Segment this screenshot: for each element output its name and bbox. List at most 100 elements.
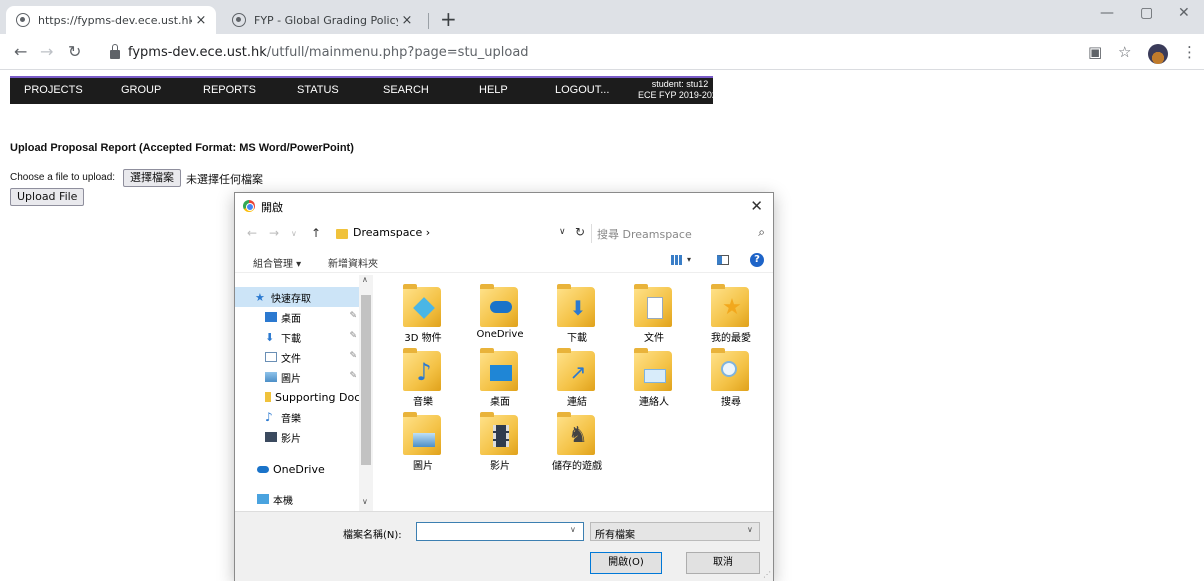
pin-icon[interactable]: ✎	[349, 331, 357, 341]
menu-kebab-icon[interactable]: ⋮	[1182, 43, 1197, 61]
nav-projects[interactable]: PROJECTS	[24, 84, 83, 96]
chevron-down-icon[interactable]: ∨	[747, 525, 753, 534]
desktop-icon	[265, 312, 277, 322]
nav-item-label: OneDrive	[273, 462, 325, 476]
pin-icon[interactable]: ✎	[349, 311, 357, 321]
dialog-title-bar: 開啟 ✕	[235, 193, 773, 219]
chrome-icon	[243, 200, 255, 212]
organize-button[interactable]: 組合管理 ▾	[253, 255, 301, 270]
cloud-icon	[257, 465, 269, 473]
translate-icon[interactable]: ▣	[1088, 43, 1102, 61]
tab-close-icon[interactable]: ×	[398, 13, 416, 28]
nav-item-documents[interactable]: 文件 ✎	[235, 347, 359, 367]
document-icon	[265, 352, 277, 362]
file-type-select[interactable]: 所有檔案	[590, 522, 760, 541]
refresh-icon[interactable]: ↻	[575, 225, 585, 239]
cancel-button[interactable]: 取消	[686, 552, 760, 574]
nav-help[interactable]: HELP	[479, 84, 508, 96]
tab-title: https://fypms-dev.ece.ust.hk/u	[38, 13, 192, 27]
dialog-close-button[interactable]: ✕	[750, 197, 763, 215]
tab-title: FYP - Global Grading Policy	[254, 13, 398, 27]
resize-grip-icon[interactable]: ⋰	[763, 570, 771, 579]
nav-item-label: Supporting Doc	[275, 390, 361, 404]
student-id: student: stu12	[651, 79, 709, 89]
forward-arrow-icon[interactable]: →	[40, 42, 53, 61]
tab-grading-policy[interactable]: FYP - Global Grading Policy ×	[222, 6, 422, 34]
nav-item-label: 影片	[281, 433, 301, 445]
nav-group[interactable]: GROUP	[121, 84, 161, 96]
folder-item-desktop[interactable]: 桌面	[467, 348, 533, 421]
nav-item-desktop[interactable]: 桌面 ✎	[235, 307, 359, 327]
folder-item-favorites[interactable]: ★ 我的最愛	[698, 284, 764, 357]
folder-item-videos[interactable]: 影片	[467, 412, 533, 485]
chevron-down-icon[interactable]: ∨	[570, 525, 576, 534]
nav-item-music[interactable]: ♪ 音樂	[235, 407, 359, 427]
dialog-search-input[interactable]: 搜尋 Dreamspace ⌕	[591, 224, 771, 243]
up-arrow-icon[interactable]: ↑	[311, 226, 321, 240]
nav-scrollbar[interactable]: ∧ ∨	[359, 275, 373, 511]
reload-icon[interactable]: ↻	[68, 42, 81, 61]
restore-button[interactable]: ▢	[1140, 5, 1153, 21]
folder-item-pictures[interactable]: 圖片	[390, 412, 456, 485]
back-arrow-icon[interactable]: ←	[247, 226, 257, 240]
tab-close-icon[interactable]: ×	[192, 13, 210, 28]
dialog-title: 開啟	[261, 201, 283, 214]
dialog-footer: 檔案名稱(N): ∨ 所有檔案 ∨ 開啟(O) 取消 ⋰	[235, 511, 773, 581]
open-button[interactable]: 開啟(O)	[590, 552, 662, 574]
nav-item-onedrive[interactable]: OneDrive	[235, 459, 359, 479]
browser-toolbar: ← → ↻ fypms-dev.ece.ust.hk/utfull/mainme…	[0, 34, 1204, 70]
forward-arrow-icon[interactable]: →	[269, 226, 279, 240]
pin-icon[interactable]: ✎	[349, 351, 357, 361]
new-tab-button[interactable]: +	[440, 7, 457, 31]
scroll-down-icon[interactable]: ∨	[362, 497, 368, 506]
choose-file-button[interactable]: 選擇檔案	[123, 169, 181, 187]
chevron-down-icon[interactable]: ▾	[687, 255, 691, 264]
bookmark-star-icon[interactable]: ☆	[1118, 43, 1131, 61]
nav-item-downloads[interactable]: ⬇ 下載 ✎	[235, 327, 359, 347]
new-folder-button[interactable]: 新增資料夾	[328, 255, 378, 270]
folder-item-saved-games[interactable]: ♞ 儲存的遊戲	[544, 412, 610, 485]
folder-item-documents[interactable]: 文件	[621, 284, 687, 357]
link-icon: ↗	[569, 360, 587, 384]
folder-label: 儲存的遊戲	[552, 461, 602, 472]
folder-item-downloads[interactable]: ⬇ 下載	[544, 284, 610, 357]
no-file-selected-text: 未選擇任何檔案	[186, 173, 263, 186]
picture-icon	[265, 372, 277, 382]
folder-label: 搜尋	[721, 397, 741, 408]
folder-item-music[interactable]: ♪ 音樂	[390, 348, 456, 421]
folder-item-onedrive[interactable]: OneDrive	[467, 284, 533, 357]
folder-item-links[interactable]: ↗ 連結	[544, 348, 610, 421]
scroll-up-icon[interactable]: ∧	[362, 275, 368, 284]
address-bar[interactable]: fypms-dev.ece.ust.hk/utfull/mainmenu.php…	[110, 40, 1080, 64]
filename-input[interactable]	[416, 522, 584, 541]
nav-logout[interactable]: LOGOUT...	[555, 84, 609, 96]
nav-reports[interactable]: REPORTS	[203, 84, 256, 96]
upload-file-button[interactable]: Upload File	[10, 188, 85, 206]
view-options-icon[interactable]	[671, 255, 683, 265]
nav-item-label: 文件	[281, 353, 301, 365]
nav-item-label: 桌面	[281, 313, 301, 325]
nav-search[interactable]: SEARCH	[383, 84, 429, 96]
minimize-button[interactable]: —	[1100, 5, 1114, 21]
folder-item-searches[interactable]: 搜尋	[698, 348, 764, 421]
nav-item-supporting-doc[interactable]: Supporting Doc	[235, 387, 361, 407]
window-close-button[interactable]: ✕	[1178, 5, 1190, 21]
nav-item-videos[interactable]: 影片	[235, 427, 359, 447]
recent-dropdown-icon[interactable]: ∨	[291, 229, 297, 238]
help-icon[interactable]: ?	[750, 253, 764, 267]
folder-item-contacts[interactable]: 連絡人	[621, 348, 687, 421]
nav-item-pictures[interactable]: 圖片 ✎	[235, 367, 359, 387]
chevron-down-icon[interactable]: ∨	[559, 227, 566, 237]
preview-pane-icon[interactable]	[717, 255, 729, 265]
profile-avatar[interactable]	[1148, 44, 1168, 64]
back-arrow-icon[interactable]: ←	[14, 42, 27, 61]
tab-fypms-upload[interactable]: https://fypms-dev.ece.ust.hk/u ×	[6, 6, 216, 34]
scrollbar-thumb[interactable]	[361, 295, 371, 465]
nav-status[interactable]: STATUS	[297, 84, 339, 96]
pin-icon[interactable]: ✎	[349, 371, 357, 381]
breadcrumb-path[interactable]: Dreamspace ›	[353, 226, 430, 239]
folder-label: OneDrive	[476, 329, 524, 340]
nav-item-this-pc[interactable]: 本機	[235, 489, 359, 509]
folder-item-3d-objects[interactable]: 3D 物件	[390, 284, 456, 357]
nav-item-quick-access[interactable]: ★ 快速存取	[235, 287, 359, 307]
